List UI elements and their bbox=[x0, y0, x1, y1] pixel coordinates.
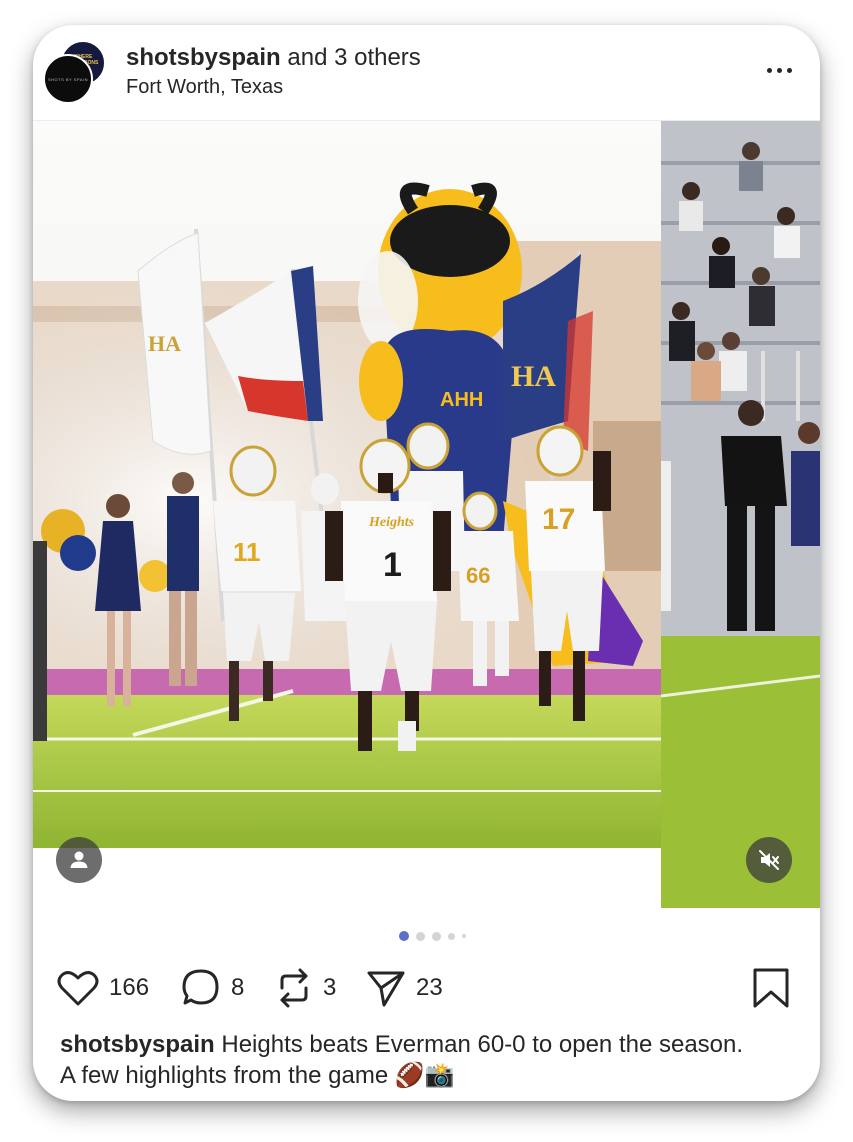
next-photo-preview[interactable] bbox=[661, 121, 820, 908]
repost-button[interactable]: 3 bbox=[275, 965, 336, 1011]
comment-button[interactable]: 8 bbox=[181, 965, 244, 1011]
person-icon bbox=[70, 851, 88, 868]
post-header: WHERE CHAMPIONS MADE SHOTS BY SPAIN shot… bbox=[33, 25, 820, 121]
carousel-dot[interactable] bbox=[432, 931, 441, 941]
more-dot bbox=[766, 67, 772, 73]
carousel-dot[interactable] bbox=[462, 934, 466, 938]
post-card: WHERE CHAMPIONS MADE SHOTS BY SPAIN shot… bbox=[33, 25, 820, 1101]
post-photo[interactable]: AHH HA HA 11 66 Heights 1 17 bbox=[33, 121, 661, 848]
jersey-number-left: 11 bbox=[233, 537, 261, 567]
repost-count[interactable]: 3 bbox=[323, 974, 336, 1002]
post-location[interactable]: Fort Worth, Texas bbox=[126, 76, 283, 99]
more-dot bbox=[786, 67, 792, 73]
jersey-number-center: 1 bbox=[383, 546, 402, 584]
paper-plane-icon bbox=[367, 971, 405, 1007]
comment-count[interactable]: 8 bbox=[231, 974, 244, 1002]
speaker-muted-icon bbox=[759, 850, 779, 870]
action-bar: 166 8 3 23 bbox=[33, 965, 820, 1011]
post-caption: shotsbyspain Heights beats Everman 60-0 … bbox=[60, 1029, 760, 1091]
author-line[interactable]: shotsbyspain and 3 others bbox=[126, 44, 421, 72]
tag-people-button[interactable] bbox=[56, 837, 102, 883]
comment-bubble-icon bbox=[182, 969, 219, 1005]
avatar-stack[interactable]: WHERE CHAMPIONS MADE SHOTS BY SPAIN bbox=[43, 40, 106, 104]
more-options-icon[interactable] bbox=[763, 59, 795, 81]
like-button[interactable]: 166 bbox=[57, 965, 149, 1011]
jersey-number-back: 66 bbox=[466, 563, 490, 588]
carousel-dot-active[interactable] bbox=[399, 931, 409, 941]
mascot-text: AHH bbox=[440, 389, 483, 411]
author-avatar-logo: SHOTS BY SPAIN bbox=[48, 76, 88, 82]
coauthors-text[interactable]: and 3 others bbox=[281, 44, 420, 71]
repost-icon bbox=[280, 968, 308, 1008]
team-script-center: Heights bbox=[368, 515, 415, 530]
flag-ha-text: HA bbox=[148, 331, 181, 356]
author-avatar[interactable]: SHOTS BY SPAIN bbox=[43, 54, 93, 104]
caption-username[interactable]: shotsbyspain bbox=[60, 1031, 215, 1058]
jersey-number-right: 17 bbox=[542, 503, 575, 536]
share-count[interactable]: 23 bbox=[416, 974, 443, 1002]
author-username[interactable]: shotsbyspain bbox=[126, 44, 281, 71]
like-count[interactable]: 166 bbox=[109, 974, 149, 1002]
share-button[interactable]: 23 bbox=[366, 965, 443, 1011]
heart-icon bbox=[57, 971, 99, 1006]
carousel-indicator bbox=[399, 931, 466, 941]
carousel-dot[interactable] bbox=[416, 931, 425, 941]
mute-toggle-button[interactable] bbox=[746, 837, 792, 883]
more-dot bbox=[776, 67, 782, 73]
carousel-dot[interactable] bbox=[448, 932, 455, 940]
flag-ha-blue-text: HA bbox=[511, 360, 556, 393]
bookmark-icon[interactable] bbox=[751, 967, 791, 1009]
post-media-carousel[interactable]: AHH HA HA 11 66 Heights 1 17 bbox=[33, 121, 820, 911]
